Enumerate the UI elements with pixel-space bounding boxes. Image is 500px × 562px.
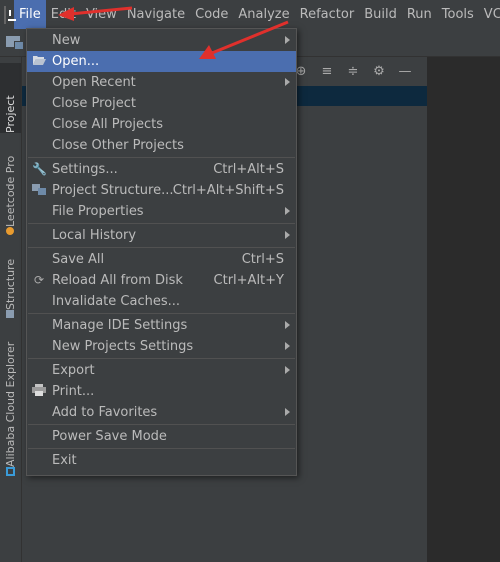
menu-item-label: New Projects Settings [52,339,194,354]
file-menu-save-all[interactable]: Save All Ctrl+S [27,249,296,270]
wrench-icon: 🔧 [32,162,47,176]
editor-area [428,57,500,562]
menu-navigate[interactable]: Navigate [122,0,190,29]
menu-file[interactable]: File [14,0,46,29]
menu-build[interactable]: Build [359,0,402,29]
tool-tab-structure[interactable]: Structure [0,247,21,322]
file-menu-new[interactable]: New [27,30,296,51]
file-menu-dropdown: New Open... Open Recent Close Project Cl… [26,28,297,476]
submenu-arrow-icon [285,36,290,44]
tool-tab-leetcode-pro[interactable]: Leetcode Pro [0,139,21,239]
menu-separator [28,313,295,314]
menu-item-label: Open... [52,54,100,69]
file-menu-power-save-mode[interactable]: Power Save Mode [27,426,296,447]
menu-refactor[interactable]: Refactor [295,0,360,29]
file-menu-project-structure[interactable]: Project Structure... Ctrl+Alt+Shift+S [27,180,296,201]
file-menu-close-other-projects[interactable]: Close Other Projects [27,135,296,156]
project-panel-toolbar: ⊕ ≡ ≑ ⚙ — [294,64,412,80]
tool-tab-project[interactable]: Project [0,63,21,133]
menu-item-label: Manage IDE Settings [52,318,188,333]
tool-tab-leetcode-label: Leetcode Pro [4,155,17,227]
submenu-arrow-icon [285,207,290,215]
menu-item-label: Print... [52,384,95,399]
file-menu-settings[interactable]: 🔧 Settings... Ctrl+Alt+S [27,159,296,180]
menu-item-shortcut: Ctrl+Alt+S [213,162,284,177]
left-tool-stripe: Project Leetcode Pro Structure Alibaba C… [0,57,22,562]
menu-item-shortcut: Ctrl+Alt+Y [213,273,284,288]
file-menu-add-to-favorites[interactable]: Add to Favorites [27,402,296,423]
file-menu-open-recent[interactable]: Open Recent [27,72,296,93]
file-menu-print[interactable]: Print... [27,381,296,402]
menu-run[interactable]: Run [402,0,437,29]
intellij-logo-icon [4,5,16,24]
collapse-all-icon[interactable]: ≑ [346,64,360,80]
menu-item-label: Add to Favorites [52,405,158,420]
tool-tab-alibaba-cloud-explorer[interactable]: Alibaba Cloud Explorer [0,335,21,480]
menu-code[interactable]: Code [190,0,233,29]
file-menu-invalidate-caches[interactable]: Invalidate Caches... [27,291,296,312]
menu-item-label: Invalidate Caches... [52,294,181,309]
tool-tab-structure-label: Structure [4,258,17,310]
menu-item-label: Local History [52,228,137,243]
settings-gear-icon[interactable]: ⚙ [372,64,386,80]
menu-analyze[interactable]: Analyze [233,0,294,29]
file-menu-new-projects-settings[interactable]: New Projects Settings [27,336,296,357]
menu-item-label: Close All Projects [52,117,164,132]
file-menu-manage-ide-settings[interactable]: Manage IDE Settings [27,315,296,336]
menu-separator [28,157,295,158]
file-menu-local-history[interactable]: Local History [27,225,296,246]
menu-item-label: Power Save Mode [52,429,167,444]
menu-item-label: Close Project [52,96,137,111]
submenu-arrow-icon [285,408,290,416]
menu-item-shortcut: Ctrl+Alt+Shift+S [172,183,284,198]
menu-separator [28,223,295,224]
menu-item-label: File Properties [52,204,144,219]
submenu-arrow-icon [285,231,290,239]
tool-tab-alibaba-label: Alibaba Cloud Explorer [4,341,17,467]
menu-separator [28,358,295,359]
submenu-arrow-icon [285,78,290,86]
submenu-arrow-icon [285,366,290,374]
submenu-arrow-icon [285,342,290,350]
structure-icon [6,310,15,318]
expand-all-icon[interactable]: ≡ [320,64,334,80]
project-folder-icon[interactable] [6,36,24,50]
leetcode-icon [6,227,15,235]
file-menu-close-all-projects[interactable]: Close All Projects [27,114,296,135]
menu-separator [28,424,295,425]
folder-open-icon [32,54,46,68]
menu-bar: File Edit View Navigate Code Analyze Ref… [0,0,500,29]
menu-item-label: Open Recent [52,75,136,90]
menu-separator [28,247,295,248]
file-menu-close-project[interactable]: Close Project [27,93,296,114]
tool-tab-project-label: Project [4,95,17,133]
menu-tools[interactable]: Tools [437,0,479,29]
file-menu-reload-all[interactable]: ⟳ Reload All from Disk Ctrl+Alt+Y [27,270,296,291]
menu-item-shortcut: Ctrl+S [241,252,284,267]
menu-separator [28,448,295,449]
menu-view[interactable]: View [81,0,122,29]
alibaba-cloud-icon [6,467,15,476]
submenu-arrow-icon [285,321,290,329]
menu-item-label: Settings... [52,162,118,177]
file-menu-file-properties[interactable]: File Properties [27,201,296,222]
menu-item-label: New [52,33,81,48]
menu-item-label: Save All [52,252,105,267]
reload-icon: ⟳ [33,273,45,287]
file-menu-exit[interactable]: Exit [27,450,296,471]
menu-vcs[interactable]: VC [479,0,500,29]
menu-item-label: Close Other Projects [52,138,184,153]
menu-item-label: Exit [52,453,77,468]
project-structure-icon [32,183,46,197]
menu-item-label: Reload All from Disk [52,273,183,288]
print-icon [32,384,46,398]
menu-edit[interactable]: Edit [46,0,81,29]
file-menu-export[interactable]: Export [27,360,296,381]
hide-panel-icon[interactable]: — [398,64,412,80]
file-menu-open[interactable]: Open... [27,51,296,72]
menu-item-label: Project Structure... [52,183,174,198]
menu-item-label: Export [52,363,95,378]
